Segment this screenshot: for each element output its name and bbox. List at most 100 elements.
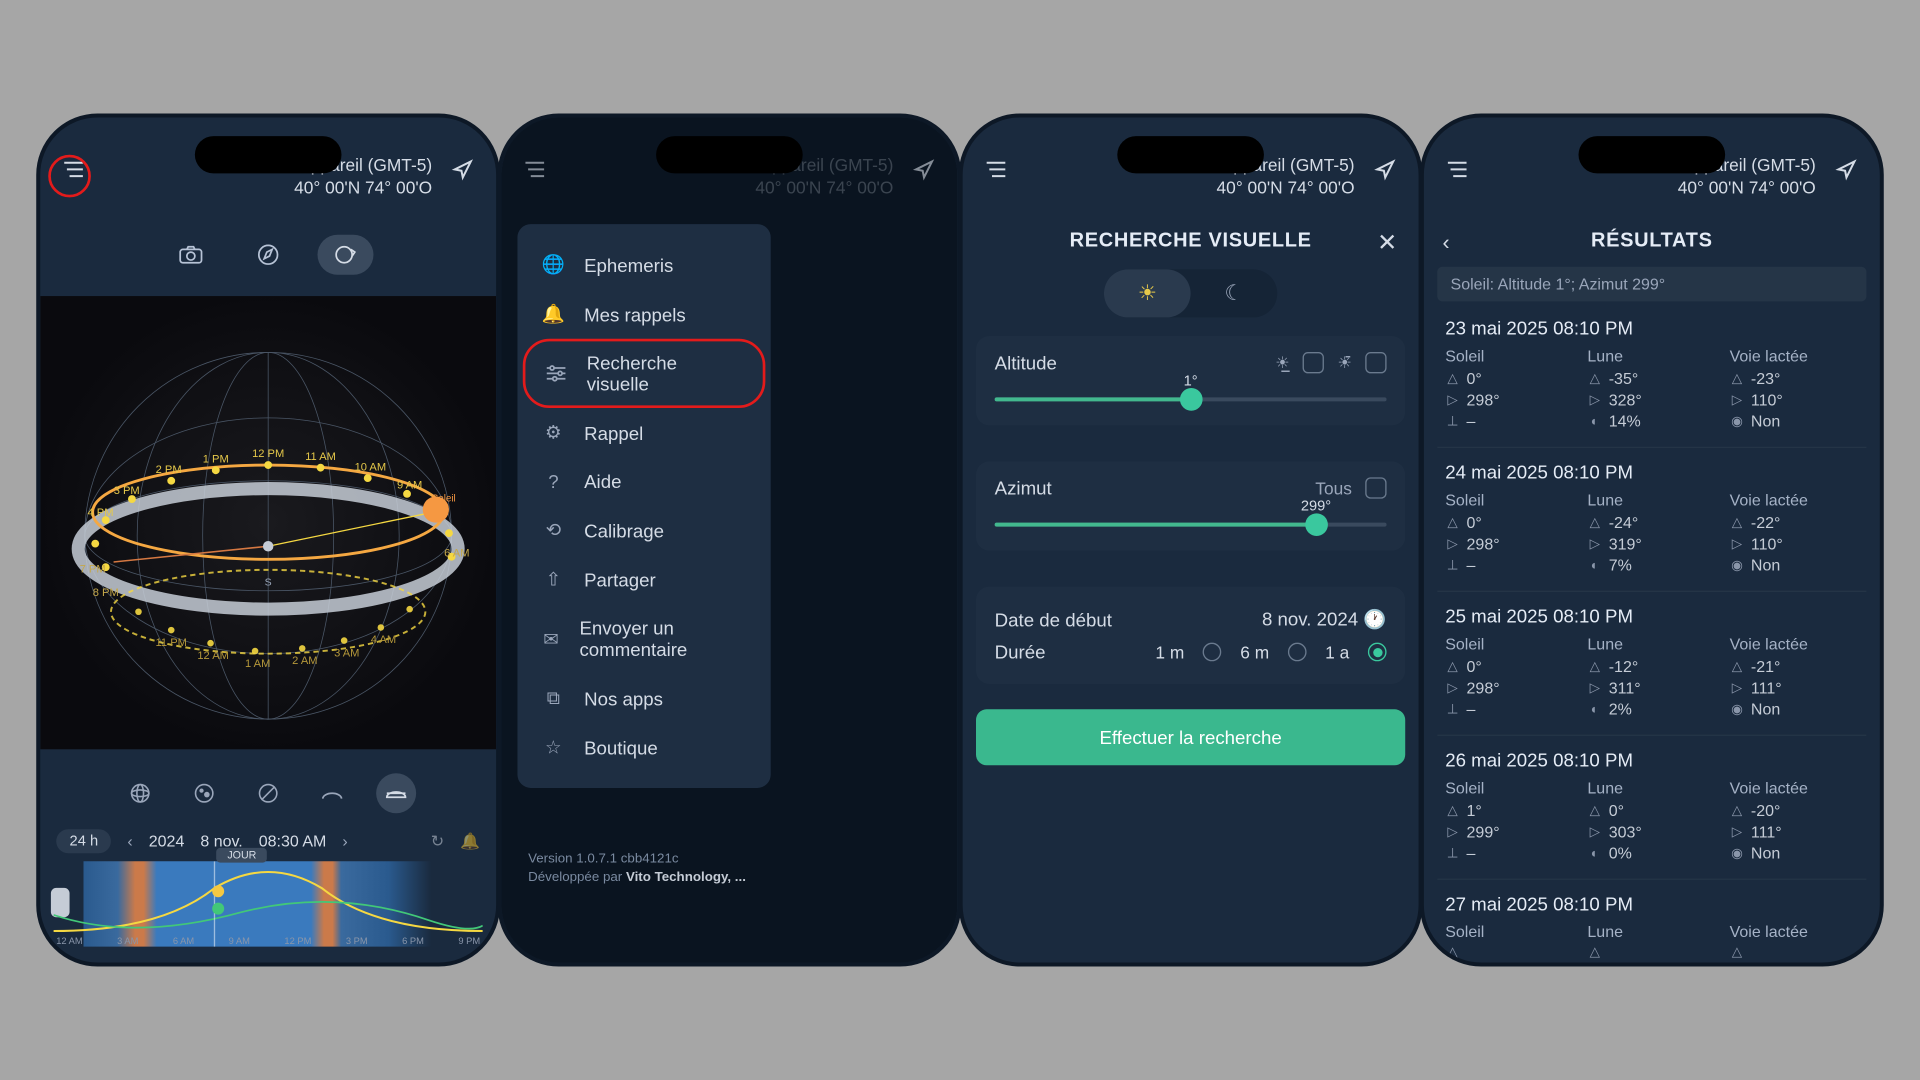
svg-text:2 PM: 2 PM	[156, 464, 182, 476]
azimut-block: Azimut Tous 299°	[976, 461, 1405, 550]
results-query: Soleil: Altitude 1°; Azimut 299°	[1437, 267, 1866, 302]
duration-label: Durée	[995, 641, 1046, 662]
start-date-value[interactable]: 8 nov. 2024 🕐	[1262, 608, 1387, 631]
view-horizon-icon[interactable]	[312, 773, 352, 813]
prev-arrow-icon[interactable]: ‹	[127, 832, 132, 851]
slider-thumb[interactable]	[1305, 513, 1328, 536]
location-arrow-icon[interactable]	[909, 155, 938, 184]
timeline: 24 h ‹ 2024 8 nov. 08:30 AM › ↻ 🔔 JOUR 1…	[40, 821, 496, 962]
year-label[interactable]: 2024	[149, 832, 185, 851]
result-date: 25 mai 2025 08:10 PM	[1445, 605, 1858, 626]
location-coords: 40° 00'N 74° 00'O	[1011, 177, 1355, 197]
menu-recherche-visuelle[interactable]: Recherche visuelle	[523, 339, 766, 408]
menu-aide[interactable]: ?Aide	[517, 457, 770, 505]
altitude-slider[interactable]: 1°	[995, 397, 1387, 401]
notch	[1579, 136, 1726, 173]
result-item[interactable]: 24 mai 2025 08:10 PM Soleil △0° ▷298° ⊥–…	[1437, 448, 1866, 592]
calibrate-icon: ⟲	[541, 519, 565, 542]
svg-text:6 AM: 6 AM	[444, 548, 469, 560]
sun-toggle[interactable]: ☀	[1104, 269, 1191, 317]
search-title: RECHERCHE VISUELLE	[963, 229, 1419, 252]
apps-icon: ⧉	[541, 687, 565, 710]
tous-label: Tous	[1315, 478, 1352, 498]
menu-rappel[interactable]: ⚙Rappel	[517, 408, 770, 457]
body-toggle: ☀ ☾	[1104, 269, 1277, 317]
result-item[interactable]: 23 mai 2025 08:10 PM Soleil △0° ▷298° ⊥–…	[1437, 304, 1866, 448]
result-item[interactable]: 27 mai 2025 08:10 PM Soleil △ ▷ ⊥ Lune △…	[1437, 880, 1866, 963]
menu-icon[interactable]	[1443, 155, 1472, 184]
version-info: Version 1.0.7.1 cbb4121c Développée par …	[528, 851, 746, 888]
azimut-label: Azimut	[995, 477, 1052, 498]
svg-text:3 PM: 3 PM	[114, 485, 140, 497]
svg-text:10 AM: 10 AM	[355, 461, 387, 473]
results-title: RÉSULTATS	[1424, 229, 1880, 252]
celestial-sphere[interactable]: 12 PM1 PM11 AM10 AM9 AMSoleil2 PM3 PM4 P…	[40, 296, 496, 749]
menu-nos-apps[interactable]: ⧉Nos apps	[517, 673, 770, 722]
menu-icon[interactable]	[981, 155, 1010, 184]
sunset-check[interactable]	[1365, 352, 1386, 373]
time-label[interactable]: 08:30 AM	[259, 832, 327, 851]
camera-mode-button[interactable]	[163, 235, 219, 275]
svg-text:S: S	[265, 578, 272, 589]
tick-labels: 12 AM3 AM6 AM9 AM12 PM3 PM6 PM9 PM	[54, 937, 483, 946]
sunrise-icon: ☀̲	[1275, 353, 1289, 372]
sphere-mode-button[interactable]	[317, 235, 373, 275]
svg-text:12 AM: 12 AM	[197, 650, 229, 662]
result-date: 26 mai 2025 08:10 PM	[1445, 749, 1858, 770]
view-texture-icon[interactable]	[184, 773, 224, 813]
sunset-icon: ☀̄	[1338, 353, 1352, 372]
phone-screen-1: Position de l'appareil (GMT-5) 40° 00'N …	[36, 113, 500, 966]
share-icon: ⇧	[541, 568, 565, 591]
sliders-icon	[544, 364, 568, 383]
result-item[interactable]: 25 mai 2025 08:10 PM Soleil △0° ▷298° ⊥–…	[1437, 592, 1866, 736]
date-block: Date de début 8 nov. 2024 🕐 Durée 1 m 6 …	[976, 587, 1405, 684]
menu-commentaire[interactable]: ✉Envoyer un commentaire	[517, 604, 770, 673]
svg-text:1 AM: 1 AM	[245, 658, 270, 670]
duration-6m-radio[interactable]	[1288, 643, 1307, 662]
svg-text:3 AM: 3 AM	[334, 647, 359, 659]
menu-boutique[interactable]: ☆Boutique	[517, 723, 770, 772]
timeline-chart[interactable]: JOUR 12 AM3 AM6 AM9 AM12 PM3 PM6 PM9 PM	[54, 861, 483, 946]
duration-1m-radio[interactable]	[1203, 643, 1222, 662]
search-button[interactable]: Effectuer la recherche	[976, 709, 1405, 765]
next-arrow-icon[interactable]: ›	[342, 832, 347, 851]
view-empty-icon[interactable]	[248, 773, 288, 813]
view-globe-icon[interactable]	[120, 773, 160, 813]
result-item[interactable]: 26 mai 2025 08:10 PM Soleil △1° ▷299° ⊥–…	[1437, 736, 1866, 880]
side-menu: 🌐Ephemeris 🔔Mes rappels Recherche visuel…	[517, 224, 770, 788]
menu-calibrage[interactable]: ⟲Calibrage	[517, 505, 770, 554]
bell-icon[interactable]: 🔔	[460, 832, 480, 851]
view-dome-icon[interactable]	[376, 773, 416, 813]
sunrise-check[interactable]	[1303, 352, 1324, 373]
menu-rappels[interactable]: 🔔Mes rappels	[517, 289, 770, 338]
notch	[656, 136, 803, 173]
bell-icon: 🔔	[541, 303, 565, 326]
close-button[interactable]: ✕	[1377, 229, 1397, 257]
location-arrow-icon[interactable]	[1371, 155, 1400, 184]
menu-icon[interactable]	[520, 155, 549, 184]
duration-1a-radio[interactable]	[1368, 643, 1387, 662]
azimut-slider[interactable]: 299°	[995, 523, 1387, 527]
help-icon: ?	[541, 471, 565, 492]
svg-text:4 AM: 4 AM	[371, 634, 396, 646]
svg-text:9 AM: 9 AM	[397, 480, 422, 492]
history-icon[interactable]: ↻	[431, 832, 444, 851]
svg-text:Soleil: Soleil	[432, 494, 456, 505]
menu-ephemeris[interactable]: 🌐Ephemeris	[517, 240, 770, 289]
location-coords: 40° 00'N 74° 00'O	[1472, 177, 1816, 197]
start-date-label: Date de début	[995, 609, 1112, 630]
location-arrow-icon[interactable]	[1832, 155, 1861, 184]
location-coords: 40° 00'N 74° 00'O	[549, 177, 893, 197]
location-arrow-icon[interactable]	[448, 155, 477, 184]
compass-mode-button[interactable]	[240, 235, 296, 275]
tous-check[interactable]	[1365, 477, 1386, 498]
moon-marker	[212, 902, 224, 914]
menu-partager[interactable]: ⇧Partager	[517, 555, 770, 604]
slider-thumb[interactable]	[1180, 388, 1203, 411]
moon-toggle[interactable]: ☾	[1191, 269, 1278, 317]
range-pill[interactable]: 24 h	[56, 829, 111, 853]
svg-text:11 AM: 11 AM	[305, 451, 336, 463]
svg-text:8 PM: 8 PM	[93, 587, 119, 599]
results-list[interactable]: 23 mai 2025 08:10 PM Soleil △0° ▷298° ⊥–…	[1437, 304, 1866, 963]
notch	[1117, 136, 1264, 173]
